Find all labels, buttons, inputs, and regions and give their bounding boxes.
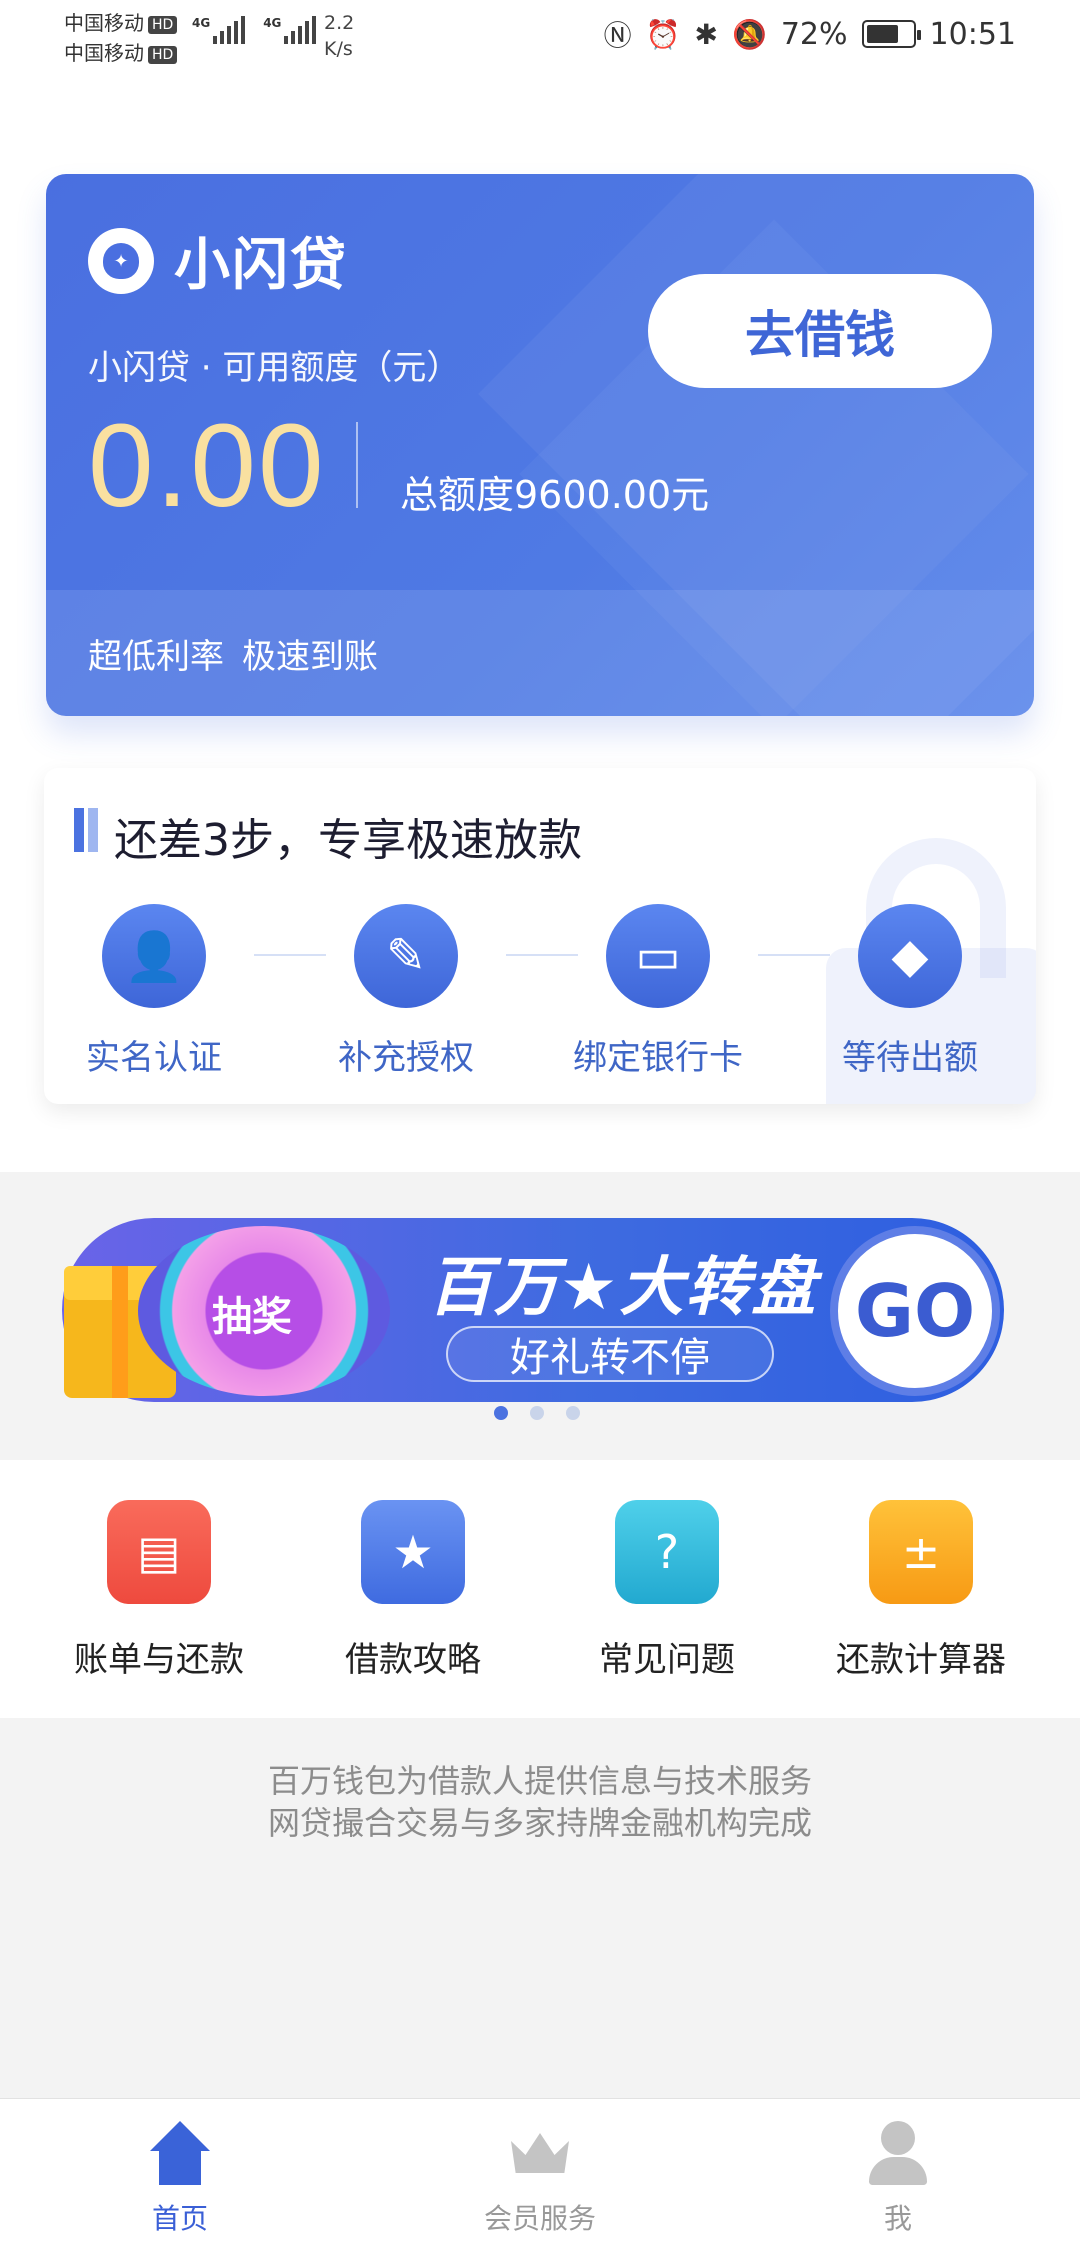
feature-fast-arrival: 极速到账 [242, 636, 378, 677]
step-label: 实名认证 [86, 1038, 222, 1078]
mute-icon: 🔕 [731, 17, 767, 51]
brand-name: 小闪贷 [174, 233, 348, 298]
page-dot-active[interactable] [494, 1406, 508, 1420]
step-label: 补充授权 [338, 1038, 474, 1078]
steps-card: 还差3步，专享极速放款 👤 实名认证 ✎ 补充授权 ▭ 绑定银行卡 ◆ 等待出额 [44, 768, 1036, 1104]
step-await-credit[interactable]: ◆ 等待出额 [810, 904, 1010, 1079]
step-label: 绑定银行卡 [573, 1038, 743, 1078]
total-credit: 总额度9600.00元 [400, 473, 710, 517]
hd-badge-1: HD [148, 15, 178, 34]
guide-book-icon: ★ [361, 1500, 465, 1604]
menu-label: 常见问题 [599, 1640, 735, 1680]
bluetooth-icon: ✱ [694, 17, 718, 51]
tab-membership[interactable]: 会员服务 [420, 2121, 660, 2237]
card-features: 超低利率 极速到账 [46, 590, 1034, 716]
carrier-info: 中国移动 HD 中国移动 HD [64, 8, 178, 68]
step-real-name[interactable]: 👤 实名认证 [54, 904, 254, 1079]
step-label: 等待出额 [842, 1038, 978, 1078]
bank-card-icon: ▭ [606, 904, 710, 1008]
nfc-icon: Ⓝ [603, 19, 632, 52]
banner-title: 百万★大转盘 [428, 1251, 818, 1325]
step-authorize[interactable]: ✎ 补充授权 [306, 904, 506, 1079]
bill-icon: ▤ [107, 1500, 211, 1604]
menu-label: 借款攻略 [345, 1640, 481, 1680]
carrier-name-2: 中国移动 [64, 41, 144, 65]
banner-subtitle: 好礼转不停 [446, 1326, 774, 1382]
menu-loan-guide[interactable]: ★ 借款攻略 [298, 1500, 528, 1681]
amount-divider [356, 422, 358, 508]
tab-label: 我 [883, 2202, 912, 2235]
available-credit-amount: 0.00 [88, 400, 326, 532]
pen-icon: ✎ [354, 904, 458, 1008]
menu-bill-repay[interactable]: ▤ 账单与还款 [44, 1500, 274, 1681]
money-bag-logo-icon: ✦ [88, 227, 154, 294]
tab-label: 首页 [151, 2202, 208, 2235]
signal-icon-1: 4G [192, 16, 246, 44]
disclaimer: 百万钱包为借款人提供信息与技术服务 网贷撮合交易与多家持牌金融机构完成 [0, 1760, 1080, 1844]
menu-label: 还款计算器 [836, 1640, 1006, 1680]
tab-label: 会员服务 [483, 2202, 596, 2235]
prize-wheel-icon: 抽奖 [138, 1226, 390, 1396]
home-icon [147, 2121, 213, 2185]
question-icon: ? [615, 1500, 719, 1604]
battery-icon [861, 20, 921, 48]
battery-percent: 72% [780, 16, 848, 52]
borrow-button[interactable]: 去借钱 [648, 274, 992, 388]
disclaimer-line-1: 百万钱包为借款人提供信息与技术服务 [267, 1762, 812, 1800]
signal-icon-2: 4G [263, 16, 317, 44]
person-icon: 👤 [102, 904, 206, 1008]
available-credit-label: 小闪贷 · 可用额度（元） [88, 348, 461, 388]
network-type-1: 4G [192, 16, 211, 30]
wheel-label: 抽奖 [212, 1294, 292, 1340]
loan-card: ✦ 小闪贷 小闪贷 · 可用额度（元） 0.00 总额度9600.00元 去借钱… [46, 174, 1034, 716]
tab-me[interactable]: 我 [778, 2121, 1018, 2237]
menu-label: 账单与还款 [74, 1640, 244, 1680]
steps-title: 还差3步，专享极速放款 [114, 815, 582, 866]
calculator-icon: ± [869, 1500, 973, 1604]
menu-calculator[interactable]: ± 还款计算器 [806, 1500, 1036, 1681]
step-bind-card[interactable]: ▭ 绑定银行卡 [558, 904, 758, 1079]
status-bar: 中国移动 HD 中国移动 HD 4G 4G 2.2 K/s Ⓝ ⏰ ✱ 🔕 72% … [0, 0, 1080, 76]
hd-badge-2: HD [148, 45, 178, 64]
clock: 10:51 [929, 16, 1016, 52]
feature-low-rate: 超低利率 [88, 636, 224, 677]
network-type-2: 4G [263, 16, 282, 30]
signal-icons: 4G 4G [192, 16, 317, 44]
menu-faq[interactable]: ? 常见问题 [552, 1500, 782, 1681]
profile-icon [865, 2121, 931, 2185]
quick-menu: ▤ 账单与还款 ★ 借款攻略 ? 常见问题 ± 还款计算器 [0, 1460, 1080, 1718]
banner-pagination [494, 1406, 580, 1420]
page-dot[interactable] [566, 1406, 580, 1420]
money-bag-icon: ◆ [858, 904, 962, 1008]
bottom-tab-bar: 首页 会员服务 我 [0, 2098, 1080, 2244]
speed-value: 2.2 [324, 12, 355, 34]
carrier-name-1: 中国移动 [64, 11, 144, 35]
status-right: Ⓝ ⏰ ✱ 🔕 72% 10:51 [604, 14, 1016, 54]
brand: ✦ 小闪贷 [88, 220, 348, 301]
page-dot[interactable] [530, 1406, 544, 1420]
network-speed: 2.2 K/s [324, 10, 354, 62]
disclaimer-line-2: 网贷撮合交易与多家持牌金融机构完成 [267, 1804, 812, 1842]
alarm-icon: ⏰ [645, 17, 681, 51]
title-marker [74, 808, 98, 852]
tab-home[interactable]: 首页 [60, 2121, 300, 2237]
go-button[interactable]: GO [830, 1226, 1000, 1396]
speed-unit: K/s [324, 38, 353, 60]
crown-icon [511, 2133, 569, 2173]
